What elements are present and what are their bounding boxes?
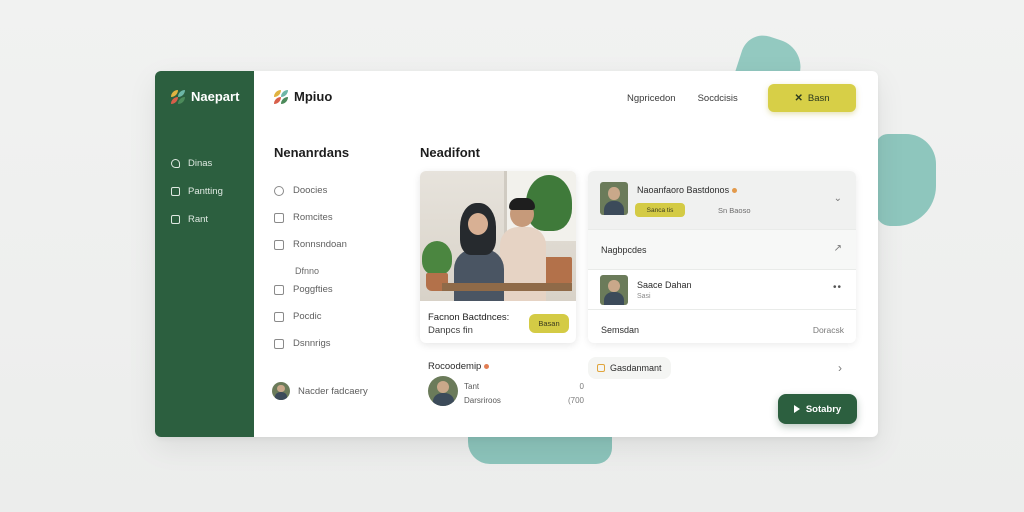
left-menu-title: Nenanrdans (274, 145, 350, 160)
app-window: Naepart Dinas Pantting Rant Mpiuo Ngpric… (155, 71, 878, 437)
dark-action-button[interactable]: Sotabry (778, 394, 857, 424)
top-nav-link-2[interactable]: Socdcisis (698, 93, 738, 104)
panel-row-value: Doracsk (812, 325, 844, 335)
menu-item-1[interactable]: Doocies (274, 177, 347, 204)
detail-panel: Naoanfaoro Bastdonos Sanca tis Sn Baoso … (588, 171, 856, 343)
menu-item-3[interactable]: Ronnsndoan (274, 231, 347, 258)
photo-caption-sub: Danpcs fin (428, 325, 473, 336)
menu-item-label: Romcites (293, 212, 333, 223)
list-item-text: Tant Darsriroos (464, 380, 501, 408)
sidebar-logo[interactable]: Naepart (171, 89, 239, 104)
panel-row-person[interactable]: Saace Dahan Sasi •• (588, 269, 856, 309)
sidebar-item-3[interactable]: Rant (171, 205, 223, 233)
panel-header-meta: Sn Baoso (718, 206, 751, 215)
sidebar-item-label: Rant (188, 213, 209, 225)
brand-text: Mpiuo (294, 89, 333, 104)
list-item-values: 0 (700 (554, 380, 584, 408)
photo-caption: Facnon Bactdnces: Danpcs fin (428, 311, 509, 337)
chevron-down-icon[interactable]: ⌄ (834, 193, 842, 204)
menu-item-label: Poggfties (293, 284, 333, 295)
current-user-name: Nacder fadcaery (298, 385, 368, 397)
sidebar: Naepart Dinas Pantting Rant (155, 71, 254, 437)
play-icon (793, 405, 800, 413)
bottom-left-section: Rocoodemip Tant Darsriroos 0 (700 (428, 361, 584, 406)
panel-header-name: Naoanfaoro Bastdonos (637, 185, 738, 195)
panel-header-chip[interactable]: Sanca tis (635, 203, 685, 217)
avatar (600, 275, 628, 305)
top-nav: Ngpricedon Socdcisis (627, 93, 738, 104)
sidebar-item-1[interactable]: Dinas (171, 149, 223, 177)
avatar (272, 382, 290, 400)
more-icon[interactable]: •• (833, 282, 842, 293)
avatar (600, 182, 628, 215)
menu-subitem-2[interactable]: Pocdic (274, 303, 347, 330)
arrow-up-right-icon: ↗ (833, 243, 842, 254)
edit-icon (274, 338, 284, 349)
list-item-value-2: (700 (567, 396, 584, 405)
primary-action-label: Basn (807, 92, 830, 104)
menu-subitem-1[interactable]: Poggfties (274, 276, 347, 303)
check-icon (274, 311, 284, 322)
panel-row-3[interactable]: Semsdan Doracsk (588, 309, 856, 343)
panel-row-label: Nagbpcdes (601, 245, 647, 255)
list-item-line-1: Tant (464, 382, 480, 391)
menu-item-label: Dsnnrigs (293, 338, 331, 349)
home-icon (171, 158, 180, 168)
tag-pill[interactable]: Gasdanmant (588, 357, 671, 379)
photo-card[interactable]: Facnon Bactdnces: Danpcs fin Basan (420, 171, 576, 343)
decorative-blob-right (876, 134, 936, 226)
main-title: Neadifont (420, 145, 480, 160)
sidebar-nav: Dinas Pantting Rant (171, 149, 223, 233)
header-brand[interactable]: Mpiuo (274, 89, 332, 104)
top-nav-link-1[interactable]: Ngpricedon (627, 93, 676, 104)
sidebar-item-label: Pantting (188, 185, 223, 197)
panel-row-label: Semsdan (601, 325, 640, 335)
sidebar-logo-text: Naepart (191, 89, 240, 104)
panel-row-1[interactable]: Nagbpcdes ↗ (588, 229, 856, 269)
menu-item-label: Ronnsndoan (293, 239, 347, 250)
left-menu: Doocies Romcites Ronnsndoan Dfnno Poggft… (274, 177, 347, 357)
bottom-left-title: Rocoodemip (428, 361, 490, 372)
person-sub: Sasi (637, 293, 651, 300)
panel-header[interactable]: Naoanfaoro Bastdonos Sanca tis Sn Baoso … (588, 171, 856, 229)
list-item-value-1: 0 (579, 382, 584, 391)
mail-icon (171, 214, 180, 224)
square-icon (274, 212, 284, 223)
dark-action-label: Sotabry (805, 403, 842, 415)
photo-caption-title: Facnon Bactdnces: (428, 312, 510, 323)
tag-pill-label: Gasdanmant (610, 363, 662, 373)
current-user[interactable]: Nacder fadcaery (272, 382, 368, 400)
circle-icon (274, 185, 284, 196)
people-photo (420, 171, 576, 301)
sidebar-item-label: Dinas (188, 157, 213, 169)
sidebar-item-2[interactable]: Pantting (171, 177, 223, 205)
avatar (428, 376, 458, 406)
menu-subitem-3[interactable]: Dsnnrigs (274, 330, 347, 357)
chevron-right-icon[interactable]: › (838, 361, 842, 375)
list-item-line-2: Darsriroos (464, 396, 501, 405)
menu-item-label: Doocies (293, 185, 328, 196)
status-dot-icon (732, 188, 738, 194)
heart-icon (484, 363, 490, 369)
menu-subheading: Dfnno (295, 266, 320, 276)
primary-action-button[interactable]: ✕ Basn (768, 84, 856, 112)
tag-square-icon (597, 364, 605, 372)
calendar-icon (171, 186, 180, 196)
close-icon: ✕ (794, 92, 803, 104)
photo-card-chip[interactable]: Basan (529, 314, 569, 333)
leaf-logo-icon (171, 89, 185, 104)
check-icon (274, 239, 284, 250)
square-icon (274, 284, 284, 295)
leaf-logo-icon (274, 89, 288, 104)
person-name: Saace Dahan (637, 280, 692, 290)
menu-item-label: Pocdic (293, 311, 322, 322)
menu-item-2[interactable]: Romcites (274, 204, 347, 231)
